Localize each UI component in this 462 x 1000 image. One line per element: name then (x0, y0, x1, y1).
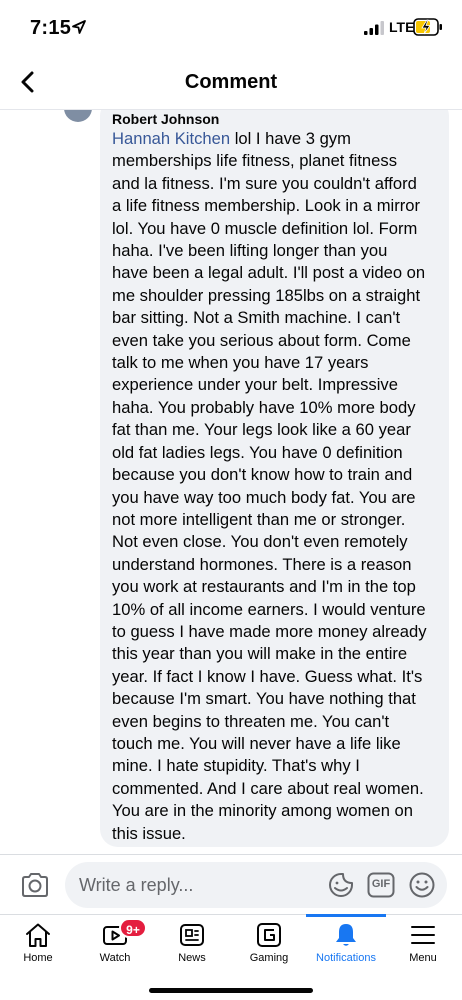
mention-link[interactable]: Hannah Kitchen (112, 129, 230, 148)
comment-line: fat than me. Your legs look like a 60 ye… (112, 420, 411, 440)
comment-line: a life fitness membership. Look in a mir… (112, 196, 421, 216)
cellular-signal-icon (364, 21, 384, 35)
page-header: Comment (0, 56, 462, 110)
status-time: 7:15 (30, 17, 72, 39)
comment-line: old fat ladies legs. You have 0 definiti… (112, 442, 403, 462)
comment-line: even take you serious about form. Come (112, 330, 411, 350)
gif-icon[interactable]: GIF (367, 872, 395, 898)
comment-line: and la fitness. I'm sure you couldn't af… (112, 173, 417, 193)
comment-line: to guess I have made more money already (112, 621, 427, 641)
camera-icon[interactable] (20, 871, 50, 899)
reply-input[interactable]: Write a reply... GIF (65, 862, 447, 908)
gif-label: GIF (371, 878, 391, 890)
comment-line: mine. I hate stupidity. That's why I (112, 756, 360, 776)
comment-line: have been a legal adult. I'll post a vid… (112, 263, 426, 283)
menu-icon (411, 926, 435, 944)
bottom-tab-bar: Home 9+ Watch News Gaming Notifications (0, 914, 462, 1000)
tab-label: Home (23, 952, 53, 964)
comment-text: Hannah Kitchen lol I have 3 gym membersh… (112, 128, 437, 845)
comment-author[interactable]: Robert Johnson (112, 110, 437, 128)
bell-icon (336, 924, 356, 946)
comment-thread: Robert Johnson Hannah Kitchen lol I have… (0, 110, 462, 854)
home-icon (26, 923, 50, 947)
comment-line: talk to me when you have 17 years (112, 353, 369, 373)
comment-line: Not even close. You don't even remotely (112, 532, 408, 552)
notification-badge: 9+ (119, 918, 147, 938)
gaming-icon (257, 923, 281, 947)
comment-line: year. If fact I know I have. Guess what.… (112, 666, 423, 686)
comment-line: lol. You have 0 muscle definition lol. F… (112, 218, 418, 238)
comment-line: touch me. You will never have a life lik… (112, 733, 401, 753)
comment-line: because I'm smart. You have nothing that (112, 689, 416, 709)
network-type: LTE (389, 19, 415, 35)
comment-bubble[interactable]: Robert Johnson Hannah Kitchen lol I have… (100, 110, 449, 847)
comment-line: experience under your belt. Impressive (112, 375, 398, 395)
location-arrow-icon (72, 20, 86, 34)
comment-line: haha. You probably have 10% more body (112, 397, 416, 417)
reply-placeholder: Write a reply... (79, 875, 194, 895)
tab-label: Menu (409, 952, 437, 964)
status-bar: 7:15 LTE (0, 0, 462, 56)
comment-line: bar sitting. Not a Smith machine. I can'… (112, 308, 401, 328)
comment-line: haha. I've been lifting longer than you (112, 241, 388, 261)
comment-line: this year than you will make in the enti… (112, 644, 408, 664)
sticker-icon[interactable] (327, 871, 355, 899)
tab-menu[interactable]: Menu (385, 915, 461, 975)
tab-label: Watch (99, 952, 131, 964)
page-title: Comment (184, 71, 278, 93)
tab-label: Gaming (249, 952, 289, 964)
tab-label: Notifications (316, 952, 376, 964)
comment-line: you work at restaurants and I'm in the t… (112, 577, 416, 597)
comment-line: You are in the minority among women on (112, 801, 414, 821)
battery-charging-icon (413, 18, 442, 36)
news-icon (180, 924, 204, 946)
comment-line: even begins to threaten me. You can't (112, 711, 390, 731)
tab-label: News (178, 952, 206, 964)
tab-gaming[interactable]: Gaming (231, 915, 307, 975)
comment-line: me shoulder pressing 185lbs on a straigh… (112, 285, 421, 305)
comment-line: not more intelligent than me or stronger… (112, 509, 406, 529)
reply-bar: Write a reply... GIF (0, 854, 462, 914)
tab-news[interactable]: News (154, 915, 230, 975)
emoji-icon[interactable] (408, 871, 436, 899)
avatar[interactable] (64, 110, 92, 122)
tab-home[interactable]: Home (0, 915, 76, 975)
comment-line: Hannah Kitchen lol I have 3 gym (112, 129, 351, 148)
comment-line: you have way too much body fat. You are (112, 487, 416, 507)
comment-line: 10% of all income earners. I would ventu… (112, 599, 426, 619)
comment-line: memberships life fitness, planet fitness (112, 151, 397, 171)
tab-notifications[interactable]: Notifications (306, 914, 386, 975)
comment-line: commented. And I care about real women. (112, 778, 424, 798)
comment-line: because you don't know how to train and (112, 465, 413, 485)
comment-line: understand hormones. There is a reason (112, 554, 412, 574)
tab-watch[interactable]: 9+ Watch (77, 915, 153, 975)
comment-line: this issue. (112, 823, 186, 843)
home-indicator (149, 988, 313, 993)
